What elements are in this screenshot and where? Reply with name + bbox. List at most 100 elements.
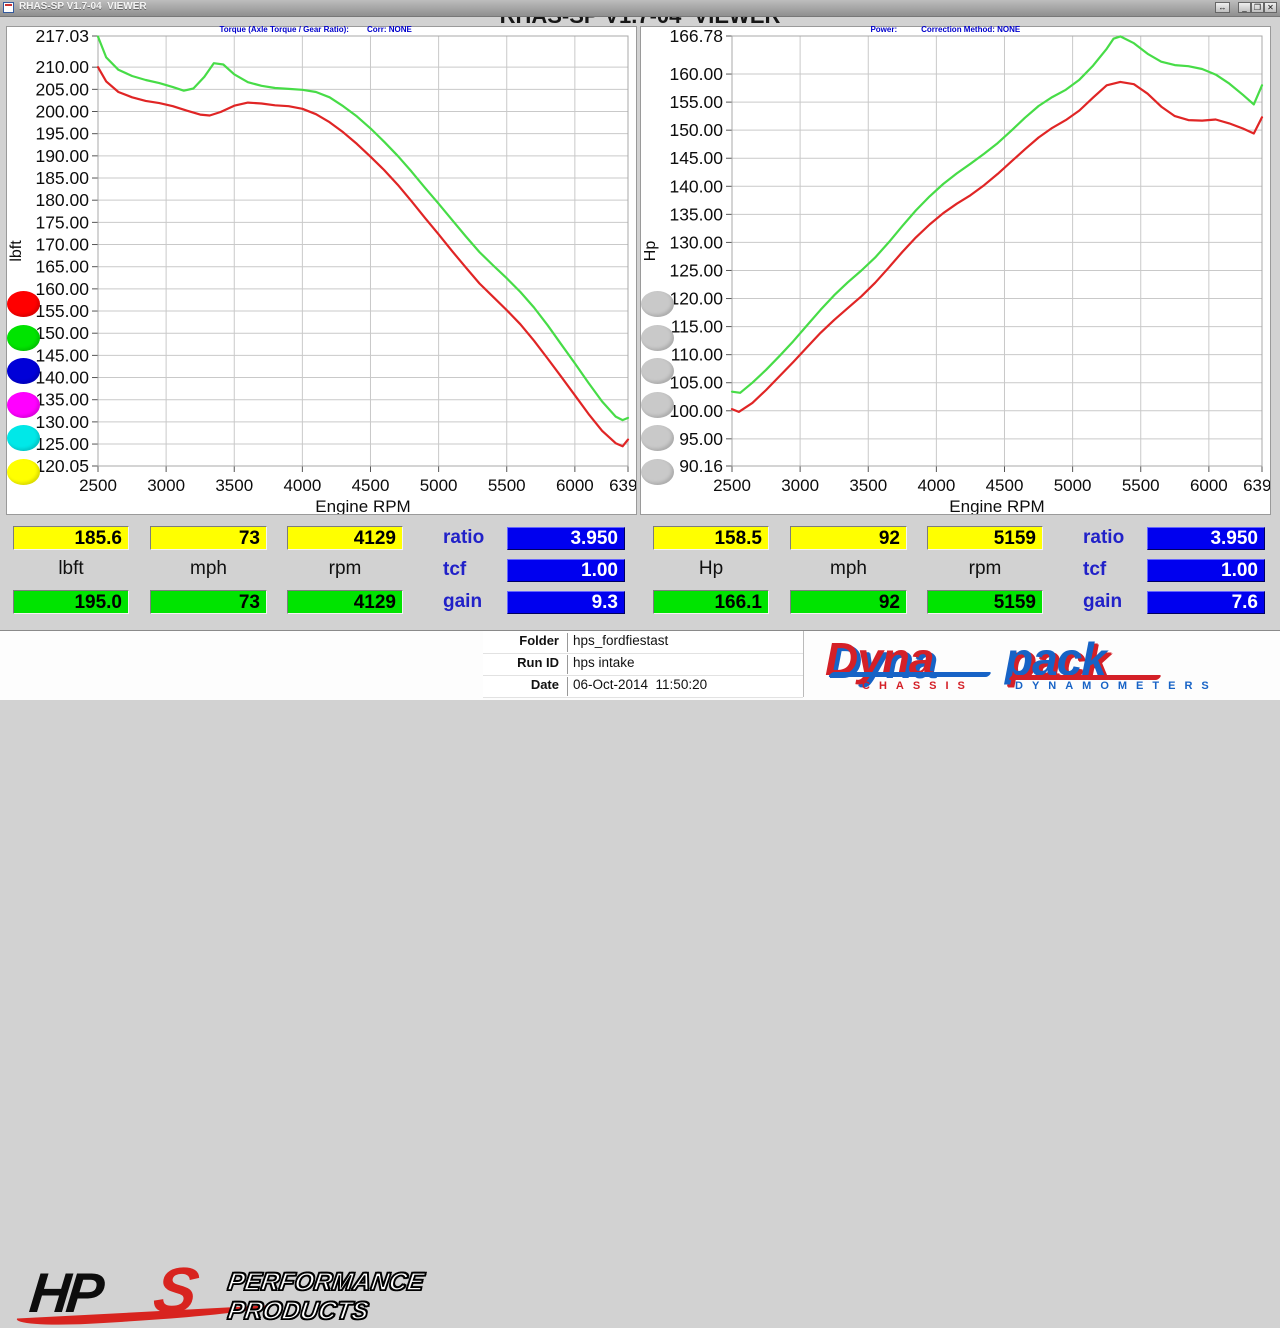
y-tick-label: 160.00	[669, 64, 723, 84]
hps-logo-hp: HP	[27, 1267, 102, 1319]
x-tick-label: 5500	[1122, 476, 1160, 495]
torque-channel-button-2[interactable]	[7, 325, 40, 351]
x-tick-label: 4500	[352, 476, 390, 495]
power-channel-button-5[interactable]	[641, 425, 674, 451]
power-chart-panel: 166.78160.00155.00150.00145.00140.00135.…	[640, 26, 1271, 515]
tcf-label-right: tcf	[1083, 558, 1106, 582]
x-axis-title: Engine RPM	[949, 497, 1044, 514]
y-tick-label: 166.78	[669, 27, 723, 46]
run-info-row-date: Date 06-Oct-2014 11:50:20	[483, 675, 803, 698]
minimize-button[interactable]: _	[1238, 2, 1251, 13]
y-tick-label: 140.00	[669, 176, 723, 196]
x-tick-label: 2500	[713, 476, 751, 495]
gain-label-right: gain	[1083, 590, 1122, 614]
x-tick-label: 5500	[488, 476, 526, 495]
torque-corr-label: Corr: NONE	[367, 25, 412, 34]
red-run-torque-curve	[98, 67, 628, 446]
torque-peak-value-cell: 185.6	[13, 526, 129, 550]
y-axis-title: Hp	[642, 241, 659, 262]
tcf-value-right: 1.00	[1147, 559, 1265, 582]
torque-chart-panel: 217.03210.00205.00200.00195.00190.00185.…	[6, 26, 637, 515]
power-channel-button-1[interactable]	[641, 291, 674, 317]
Hp-chart: 166.78160.00155.00150.00145.00140.00135.…	[641, 27, 1270, 514]
y-tick-label: 170.00	[35, 235, 89, 255]
power-unit-label: Hp	[653, 557, 769, 581]
tcf-label-left: tcf	[443, 558, 466, 582]
ratio-value-right: 3.950	[1147, 527, 1265, 550]
y-tick-label: 155.00	[669, 92, 723, 112]
x-tick-label: 3500	[849, 476, 887, 495]
dynapack-dynamometers-text: DYNAMOMETERS	[1015, 680, 1218, 692]
x-tick-label: 4000	[283, 476, 321, 495]
x-tick-label: 5000	[1054, 476, 1092, 495]
power-channel-button-4[interactable]	[641, 392, 674, 418]
run-info-panel: Folder hps_fordfiestast Run ID hps intak…	[483, 631, 804, 697]
torque-subheader: Torque (Axle Torque / Gear Ratio): Corr: …	[215, 16, 412, 34]
y-tick-label: 155.00	[35, 301, 89, 321]
date-label: Date	[483, 677, 559, 692]
ratio-value-left: 3.950	[507, 527, 625, 550]
dynapack-swoosh-blue	[828, 672, 992, 677]
resize-button[interactable]: ↔	[1215, 2, 1230, 13]
hps-performance-text: PERFORMANCE	[226, 1268, 426, 1297]
y-tick-label: 145.00	[669, 148, 723, 168]
y-tick-label: 110.00	[671, 345, 723, 365]
ratio-label-right: ratio	[1083, 526, 1124, 550]
power-mph-value-cell: 92	[790, 526, 907, 550]
window-titlebar[interactable]: RHAS-SP V1.7-04 VIEWER ↔ _ ❐ ✕	[0, 0, 1280, 17]
torque-channel-button-4[interactable]	[7, 392, 40, 418]
y-tick-label: 140.00	[35, 368, 89, 388]
y-tick-label: 100.00	[669, 401, 723, 421]
y-tick-label: 105.00	[669, 373, 723, 393]
torque-channel-button-1[interactable]	[7, 291, 40, 317]
y-tick-label: 120.00	[669, 289, 723, 309]
torque-peak-value-cell-green: 195.0	[13, 590, 129, 614]
power-rpm-value-cell-green: 5159	[927, 590, 1043, 614]
torque-channel-button-3[interactable]	[7, 358, 40, 384]
power-peak-value-cell: 158.5	[653, 526, 769, 550]
y-tick-label: 150.00	[35, 323, 89, 343]
torque-mph-value-cell: 73	[150, 526, 267, 550]
y-tick-label: 145.00	[35, 345, 89, 365]
power-channel-button-6[interactable]	[641, 459, 674, 485]
green-run-torque-curve	[98, 37, 628, 421]
y-tick-label: 90.16	[679, 456, 723, 476]
folder-label: Folder	[483, 633, 559, 648]
hps-products-text: PRODUCTS	[226, 1297, 370, 1326]
x-tick-label: 6000	[556, 476, 594, 495]
rpm-unit-label-left: rpm	[287, 557, 403, 581]
y-tick-label: 125.00	[669, 260, 723, 280]
gain-label-left: gain	[443, 590, 482, 614]
y-tick-label: 195.00	[35, 124, 89, 144]
power-subheader: Power:Correction Method: NONE	[866, 16, 1020, 34]
rpm-unit-label-right: rpm	[927, 557, 1043, 581]
power-channel-button-2[interactable]	[641, 325, 674, 351]
torque-channel-button-6[interactable]	[7, 459, 40, 485]
run-id-value: hps intake	[567, 655, 635, 674]
torque-rpm-value-cell-green: 4129	[287, 590, 403, 614]
y-tick-label: 217.03	[35, 27, 89, 46]
torque-subheader-label: Torque (Axle Torque / Gear Ratio):	[219, 25, 349, 34]
y-tick-label: 150.00	[669, 120, 723, 140]
plot-border	[98, 36, 628, 466]
close-button[interactable]: ✕	[1264, 2, 1277, 13]
app-icon	[3, 2, 14, 13]
torque-channel-button-5[interactable]	[7, 425, 40, 451]
gain-value-left: 9.3	[507, 591, 625, 614]
x-tick-label: 2500	[79, 476, 117, 495]
x-tick-label: 5000	[420, 476, 458, 495]
y-tick-label: 165.00	[35, 257, 89, 277]
run-info-row-folder: Folder hps_fordfiestast	[483, 631, 803, 654]
y-tick-label: 160.00	[35, 279, 89, 299]
restore-button[interactable]: ❐	[1251, 2, 1264, 13]
power-corr-label: Correction Method: NONE	[921, 25, 1020, 34]
power-channel-button-3[interactable]	[641, 358, 674, 384]
power-mph-value-cell-green: 92	[790, 590, 907, 614]
y-tick-label: 130.00	[35, 412, 89, 432]
run-id-label: Run ID	[483, 655, 559, 670]
y-tick-label: 205.00	[35, 79, 89, 99]
folder-value: hps_fordfiestast	[567, 633, 668, 652]
y-tick-label: 115.00	[671, 317, 723, 337]
x-tick-label: 3500	[215, 476, 253, 495]
x-tick-label: 3000	[147, 476, 185, 495]
